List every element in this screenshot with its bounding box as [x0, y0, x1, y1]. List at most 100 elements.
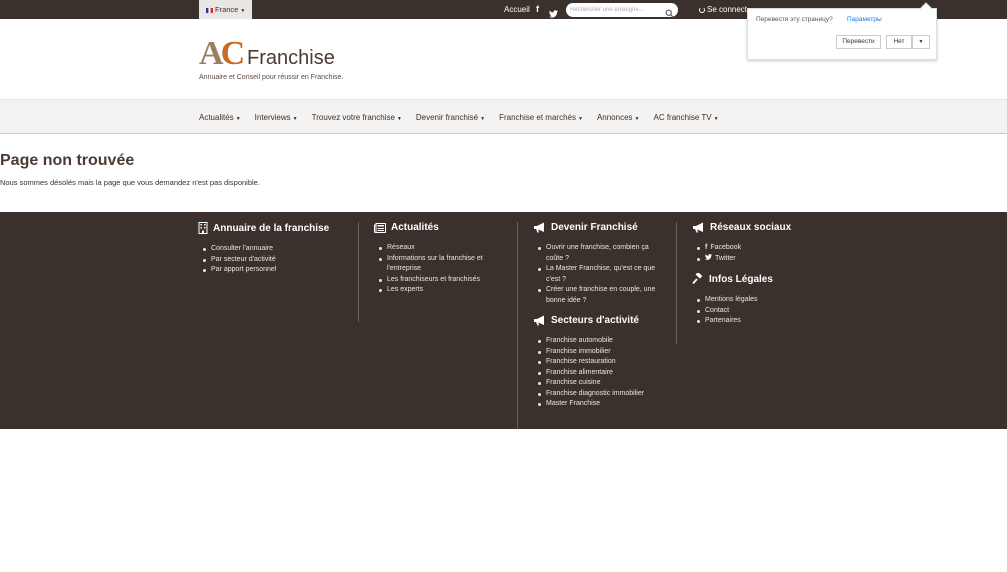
footer-link[interactable]: Franchise restauration: [538, 357, 656, 368]
footer-annuaire: Annuaire de la franchise Consulter l'ann…: [198, 222, 329, 276]
footer: Annuaire de la franchise Consulter l'ann…: [0, 212, 1007, 429]
footer-link[interactable]: Réseaux: [379, 243, 484, 254]
footer-link[interactable]: Mentions légales: [696, 295, 791, 306]
france-flag-icon: [206, 7, 213, 13]
nav-label: Trouvez votre franchise: [311, 112, 395, 122]
footer-reseaux: Réseaux sociaux f Facebook Twitter Infos …: [692, 222, 791, 327]
main-nav: Actualités ▼ Interviews ▼ Trouvez votre fr…: [0, 99, 1007, 134]
footer-link[interactable]: Franchise diagnostic immobilier: [538, 389, 656, 400]
nav-item-actualites[interactable]: Actualités ▼: [199, 113, 241, 122]
footer-heading: Secteurs d'activité: [533, 315, 656, 326]
error-message: Nous sommes désolés mais la page que vou…: [0, 178, 260, 187]
caret-down-icon: ▼: [292, 115, 298, 122]
footer-divider: [358, 222, 359, 322]
logo-tagline: Annuaire et Conseil pour réussir en Fran…: [199, 74, 344, 81]
nav-label: Annonces: [596, 112, 633, 122]
nav-item-devenir[interactable]: Devenir franchisé ▼: [416, 113, 485, 122]
footer-heading-text: Secteurs d'activité: [551, 315, 639, 326]
footer-link[interactable]: Franchise automobile: [538, 336, 656, 347]
footer-link[interactable]: Partenaires: [696, 316, 791, 327]
megaphone-icon: [533, 222, 546, 233]
footer-link[interactable]: Franchise immobilier: [538, 347, 656, 358]
footer-link[interactable]: Les franchiseurs et franchisés: [379, 275, 484, 286]
translate-popup: Перевести эту страницу? Параметры Переве…: [747, 2, 937, 60]
caret-down-icon: ▼: [235, 115, 241, 122]
home-link[interactable]: Accueil: [504, 0, 530, 19]
footer-heading: Annuaire de la franchise: [198, 222, 329, 234]
footer-link[interactable]: Ouvrir une franchise, combien ça coûte ?: [538, 243, 656, 264]
no-translate-button[interactable]: Нет: [886, 35, 912, 49]
twitter-icon: [705, 253, 712, 262]
footer-heading: Infos Légales: [692, 273, 791, 285]
footer-heading-text: Annuaire de la franchise: [213, 222, 330, 234]
footer-twitter-link[interactable]: Twitter: [696, 253, 791, 265]
footer-link[interactable]: Franchise cuisine: [538, 378, 656, 389]
language-selector[interactable]: France ▼: [199, 0, 253, 19]
gavel-icon: [692, 273, 704, 285]
logo-franchise: Franchise: [247, 47, 335, 69]
footer-actualites: Actualités Réseaux Informations sur la f…: [374, 222, 484, 296]
chevron-down-icon: ▼: [918, 39, 924, 45]
nav-label: Franchise et marchés: [499, 112, 576, 122]
page-title: Page non trouvée: [0, 152, 135, 169]
footer-heading: Actualités: [374, 222, 484, 233]
footer-link[interactable]: Par secteur d'activité: [202, 255, 329, 266]
footer-heading-text: Devenir Franchisé: [551, 222, 638, 233]
login-link[interactable]: Se connect: [699, 0, 747, 19]
caret-down-icon: ▼: [396, 115, 402, 122]
search-input[interactable]: [570, 4, 660, 16]
facebook-icon: f: [705, 244, 708, 251]
caret-down-icon: ▼: [577, 115, 583, 122]
translate-options-link[interactable]: Параметры: [847, 16, 882, 23]
nav-item-marches[interactable]: Franchise et marchés ▼: [499, 113, 583, 122]
footer-heading: Réseaux sociaux: [692, 222, 791, 233]
nav-item-annonces[interactable]: Annonces ▼: [597, 113, 640, 122]
facebook-icon[interactable]: f: [536, 0, 539, 19]
language-label: France: [215, 5, 239, 14]
login-label: Se connect: [707, 5, 748, 14]
footer-link[interactable]: Créer une franchise en couple, une bonne…: [538, 285, 656, 306]
caret-down-icon: ▼: [713, 115, 719, 122]
nav-label: Interviews: [254, 112, 291, 122]
nav-label: Devenir franchisé: [415, 112, 479, 122]
logo-ac-text: AC: [199, 35, 245, 72]
caret-down-icon: ▼: [480, 115, 486, 122]
search-box: [566, 3, 678, 18]
footer-divider: [676, 222, 677, 344]
nav-label: AC franchise TV: [653, 112, 712, 122]
footer-heading-text: Infos Légales: [709, 273, 773, 285]
footer-heading-text: Réseaux sociaux: [710, 222, 792, 233]
footer-heading-text: Actualités: [391, 222, 439, 233]
translate-question: Перевести эту страницу?: [756, 16, 833, 23]
translate-button[interactable]: Перевести: [836, 35, 881, 49]
footer-link[interactable]: Consulter l'annuaire: [202, 244, 329, 255]
chevron-down-icon: ▼: [240, 8, 246, 14]
logo-ac: AC: [199, 35, 245, 72]
footer-link[interactable]: Par apport personnel: [202, 265, 329, 276]
footer-link-text: Facebook: [710, 244, 742, 251]
power-icon: [699, 7, 705, 13]
footer-divider: [517, 222, 518, 429]
footer-facebook-link[interactable]: f Facebook: [696, 243, 791, 254]
footer-link[interactable]: Les experts: [379, 285, 484, 296]
footer-link[interactable]: Contact: [696, 306, 791, 317]
translate-dropdown-button[interactable]: ▼: [912, 35, 930, 49]
megaphone-icon: [692, 222, 705, 233]
nav-item-interviews[interactable]: Interviews ▼: [255, 113, 298, 122]
footer-devenir: Devenir Franchisé Ouvrir une franchise, …: [533, 222, 656, 410]
footer-link[interactable]: Master Franchise: [538, 399, 656, 410]
search-icon[interactable]: [665, 5, 674, 23]
footer-heading: Devenir Franchisé: [533, 222, 656, 233]
megaphone-icon: [533, 315, 546, 326]
twitter-icon[interactable]: [549, 5, 558, 23]
caret-down-icon: ▼: [634, 115, 640, 122]
building-icon: [198, 222, 208, 234]
footer-link[interactable]: Informations sur la franchise et l'entre…: [379, 254, 484, 275]
footer-link-text: Twitter: [715, 254, 736, 262]
footer-link[interactable]: Franchise alimentaire: [538, 368, 656, 379]
nav-label: Actualités: [199, 112, 234, 122]
nav-item-tv[interactable]: AC franchise TV ▼: [653, 113, 718, 122]
nav-item-trouvez[interactable]: Trouvez votre franchise ▼: [312, 113, 402, 122]
footer-link[interactable]: La Master Franchise, qu'est ce que c'est…: [538, 264, 656, 285]
newspaper-icon: [374, 222, 386, 233]
